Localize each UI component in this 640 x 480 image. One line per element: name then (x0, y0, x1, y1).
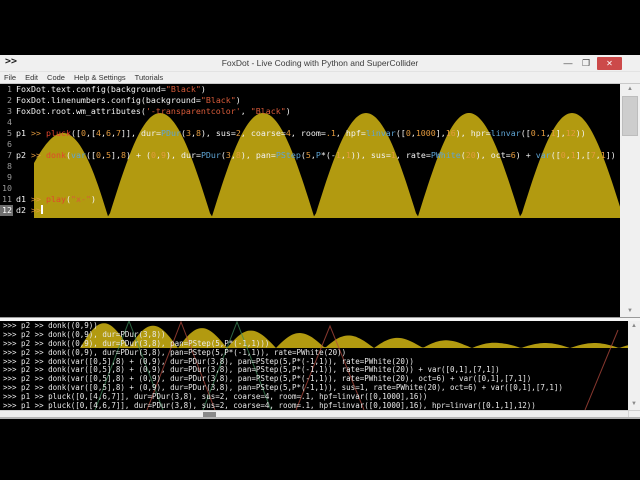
console-line: >>> p1 >> pluck([0,[4,6,7]], dur=PDur(3,… (0, 392, 628, 401)
console-line: >>> p2 >> donk(var([0,5],8) + (0,9), dur… (0, 383, 628, 392)
menu-item-code[interactable]: Code (47, 73, 65, 82)
console-line: >>> p2 >> donk((0,9)) (0, 321, 628, 330)
menu-item-edit[interactable]: Edit (25, 73, 38, 82)
editor-scrollbar-thumb[interactable] (622, 96, 638, 136)
horizontal-scrollbar[interactable] (0, 410, 640, 417)
code-line: 3FoxDot.root.wm_attributes('-transparent… (0, 106, 620, 117)
console-line: >>> p2 >> donk((0,9), dur=PDur(3,8), pan… (0, 339, 628, 348)
line-number: 12 (0, 205, 13, 216)
code-text: FoxDot.linenumbers.config(background="Bl… (13, 95, 241, 106)
code-text (13, 172, 16, 183)
console-line: >>> p2 >> donk(var([0,5],8) + (0,9), dur… (0, 374, 628, 383)
console-line: >>> p2 >> donk((0,9), dur=PDur(3,8), pan… (0, 348, 628, 357)
console-line: >>> p2 >> donk(var([0,5],8) + (0,9), dur… (0, 365, 628, 374)
line-number: 3 (0, 106, 13, 117)
window-bottom-border (0, 417, 640, 419)
menu-item-help-settings[interactable]: Help & Settings (74, 73, 126, 82)
line-number: 6 (0, 139, 13, 150)
scroll-down-icon[interactable]: ▼ (620, 306, 640, 317)
text-cursor (41, 205, 43, 214)
code-line: 11d1 >> play("x-") (0, 194, 620, 205)
line-number: 2 (0, 95, 13, 106)
line-number: 11 (0, 194, 13, 205)
menu-bar: File Edit Code Help & Settings Tutorials (0, 72, 640, 84)
minimize-button[interactable]: — (560, 57, 576, 70)
code-text: p1 >> pluck([0,[4,6,7]], dur=PDur(3,8), … (13, 128, 586, 139)
line-number: 9 (0, 172, 13, 183)
editor-scrollbar[interactable]: ▲ ▼ (620, 84, 640, 317)
code-line: 6 (0, 139, 620, 150)
code-line: 4 (0, 117, 620, 128)
scroll-up-icon[interactable]: ▲ (628, 321, 640, 332)
scroll-up-icon[interactable]: ▲ (620, 84, 640, 95)
code-text (13, 117, 16, 128)
console-scrollbar[interactable]: ▲ ▼ (628, 321, 640, 410)
code-editor[interactable]: 1FoxDot.text.config(background="Black")2… (0, 84, 620, 317)
console-line: >>> p2 >> donk((0,9), dur=PDur(3,8)) (0, 330, 628, 339)
window-title: FoxDot - Live Coding with Python and Sup… (0, 58, 640, 68)
console-line: >>> p1 >> pluck([0,[4,6,7]], dur=PDur(3,… (0, 401, 628, 410)
close-button[interactable]: ✕ (597, 57, 622, 70)
code-line: 8 (0, 161, 620, 172)
line-number: 7 (0, 150, 13, 161)
code-line: 9 (0, 172, 620, 183)
code-text (13, 161, 16, 172)
video-frame: >> FoxDot - Live Coding with Python and … (0, 0, 640, 480)
console-line: >>> p2 >> donk(var([0,5],8) + (0,9), dur… (0, 357, 628, 366)
line-number: 10 (0, 183, 13, 194)
scroll-down-icon[interactable]: ▼ (628, 399, 640, 410)
code-line: 5p1 >> pluck([0,[4,6,7]], dur=PDur(3,8),… (0, 128, 620, 139)
line-number: 4 (0, 117, 13, 128)
menu-item-file[interactable]: File (4, 73, 16, 82)
code-text (13, 183, 16, 194)
maximize-button[interactable]: ❐ (578, 57, 594, 70)
editor-lines: 1FoxDot.text.config(background="Black")2… (0, 84, 620, 216)
code-line: 12d2 >> (0, 205, 620, 216)
code-line: 1FoxDot.text.config(background="Black") (0, 84, 620, 95)
title-bar: >> FoxDot - Live Coding with Python and … (0, 55, 640, 72)
console-log[interactable]: >>> p2 >> donk((0,9))>>> p2 >> donk((0,9… (0, 321, 628, 410)
code-line: 2FoxDot.linenumbers.config(background="B… (0, 95, 620, 106)
code-line: 10 (0, 183, 620, 194)
line-number: 5 (0, 128, 13, 139)
code-text: d2 >> (13, 205, 43, 216)
code-text: FoxDot.text.config(background="Black") (13, 84, 206, 95)
menu-item-tutorials[interactable]: Tutorials (135, 73, 163, 82)
code-text: p2 >> donk(var([0,5],8) + (0,9), dur=PDu… (13, 150, 616, 161)
line-number: 1 (0, 84, 13, 95)
code-line: 7p2 >> donk(var([0,5],8) + (0,9), dur=PD… (0, 150, 620, 161)
console-lines: >>> p2 >> donk((0,9))>>> p2 >> donk((0,9… (0, 321, 628, 410)
line-number: 8 (0, 161, 13, 172)
code-text: d1 >> play("x-") (13, 194, 96, 205)
code-text (13, 139, 16, 150)
code-text: FoxDot.root.wm_attributes('-transparentc… (13, 106, 291, 117)
